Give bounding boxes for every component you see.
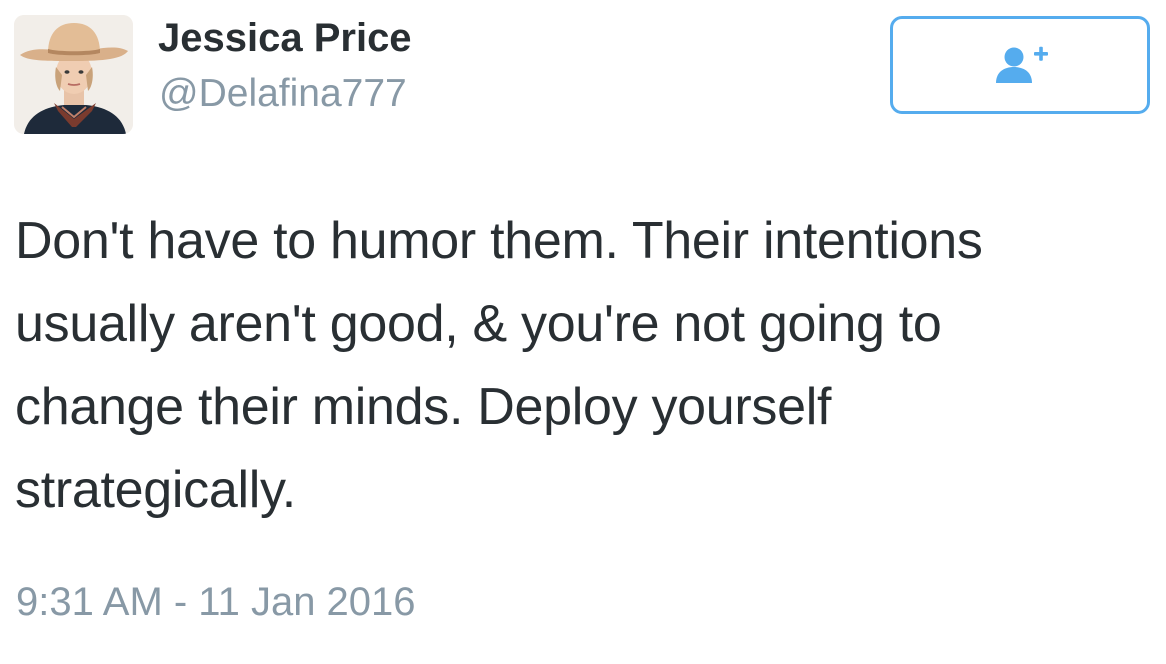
follow-button[interactable] [890, 16, 1150, 114]
display-name[interactable]: Jessica Price [158, 14, 412, 62]
tweet-text-line: change their minds. Deploy yourself [15, 378, 832, 436]
profile-photo [14, 15, 133, 134]
tweet-timestamp[interactable]: 9:31 AM - 11 Jan 2016 [16, 576, 416, 628]
follow-user-plus-icon [996, 46, 1048, 83]
tweet-text-line: Don't have to humor them. Their intentio… [15, 212, 983, 270]
tweet-text: Don't have to humor them. Their intentio… [15, 200, 1135, 532]
avatar[interactable] [14, 15, 133, 134]
tweet-text-line: strategically. [15, 461, 296, 519]
user-handle[interactable]: @Delafina777 [159, 71, 407, 117]
tweet-card: Jessica Price @Delafina777 Don't have to… [0, 0, 1166, 664]
tweet-text-line: usually aren't good, & you're not going … [15, 295, 942, 353]
